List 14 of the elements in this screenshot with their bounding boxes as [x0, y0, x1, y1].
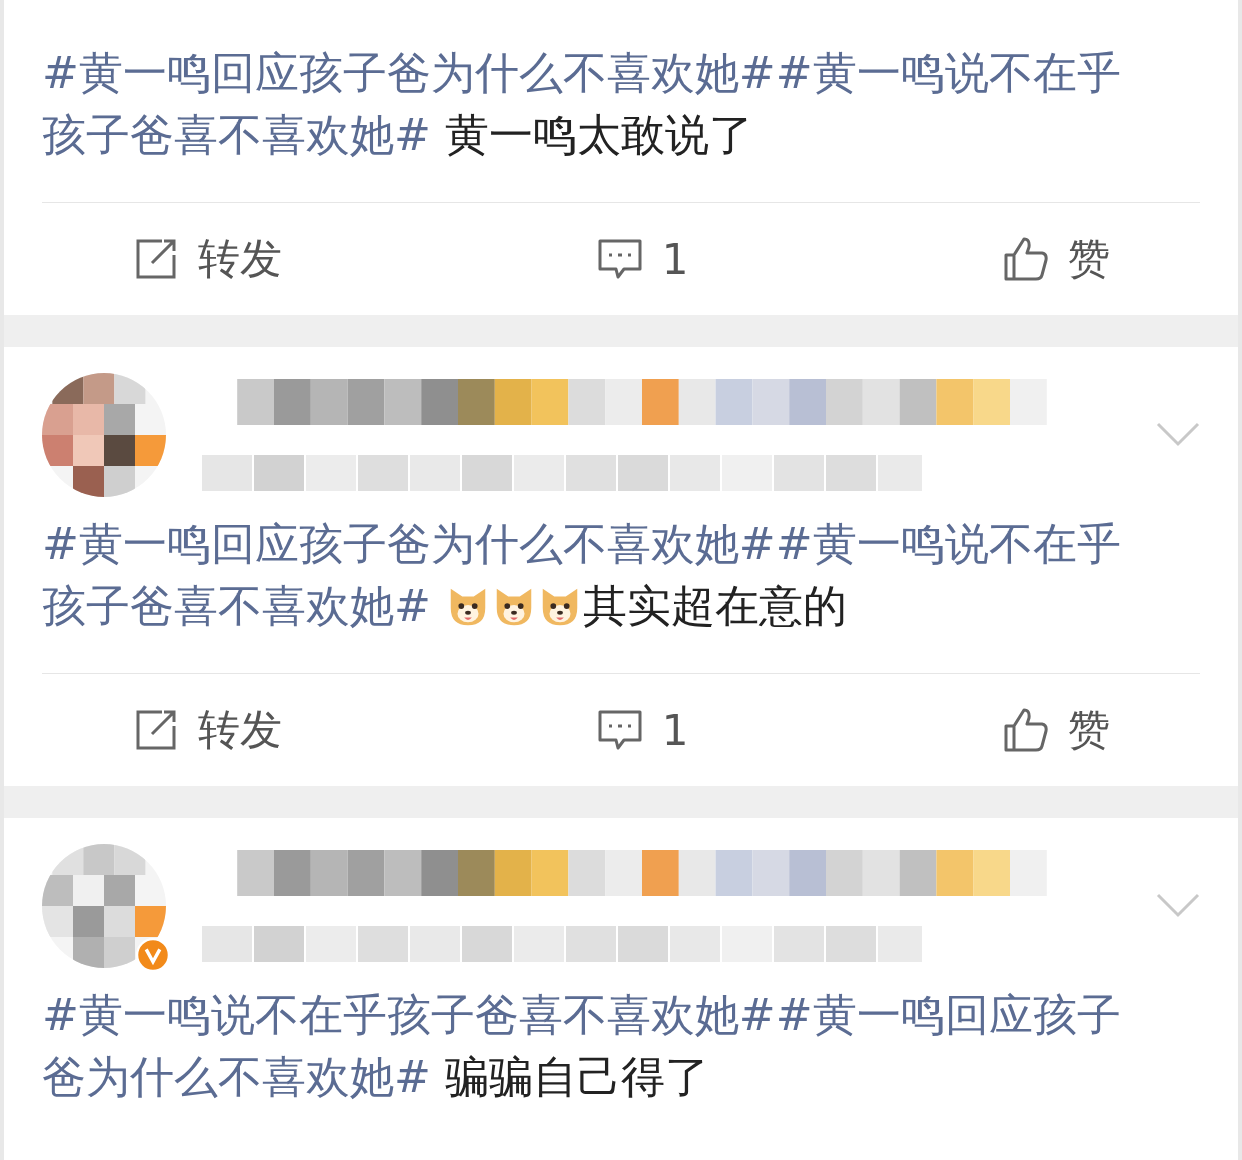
repost-button[interactable]: 转发 — [132, 702, 282, 758]
post-text: #黄一鸣回应孩子爸为什么不喜欢她##黄一鸣说不在乎孩子爸喜不喜欢她# 其实超在意的 — [42, 517, 1122, 633]
chevron-down-icon[interactable] — [1156, 422, 1200, 448]
post-text: #黄一鸣回应孩子爸为什么不喜欢她##黄一鸣说不在乎孩子爸喜不喜欢她# 黄一鸣太敢说了 — [42, 46, 1122, 162]
thumbs-up-icon — [1002, 235, 1050, 283]
verified-badge-icon — [136, 938, 170, 972]
post-text: #黄一鸣说不在乎孩子爸喜不喜欢她##黄一鸣回应孩子爸为什么不喜欢她# 骗骗自己得了 — [42, 988, 1122, 1104]
like-button[interactable]: 赞 — [1002, 702, 1110, 758]
chevron-down-icon[interactable] — [1156, 893, 1200, 919]
comment-button[interactable]: 1 — [595, 234, 689, 284]
repost-button[interactable]: 转发 — [132, 231, 282, 287]
thumbs-up-icon — [1002, 706, 1050, 754]
like-button[interactable]: 赞 — [1002, 231, 1110, 287]
comment-button[interactable]: 1 — [595, 705, 689, 755]
